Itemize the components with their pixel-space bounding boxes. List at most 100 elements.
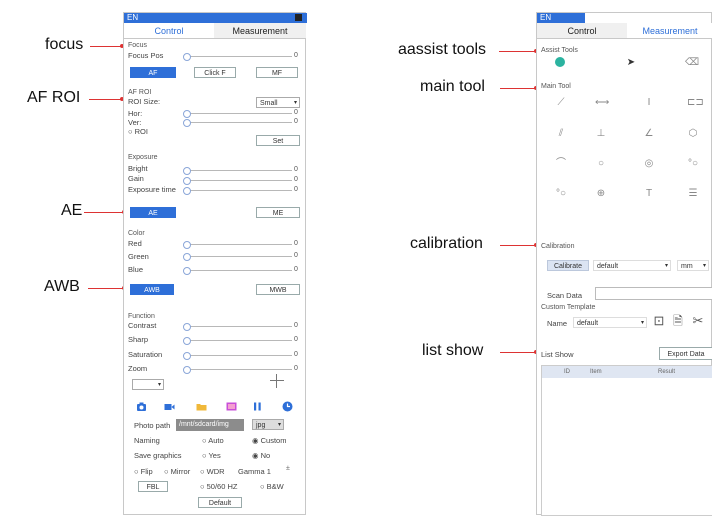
language-indicator[interactable]: EN bbox=[124, 13, 307, 23]
mf-button[interactable]: MF bbox=[256, 67, 298, 78]
tab-control[interactable]: Control bbox=[124, 23, 214, 39]
roi-size-select[interactable]: Small ▾ bbox=[256, 97, 300, 108]
tools-icon[interactable]: ✂ bbox=[691, 314, 705, 329]
hz-radio[interactable]: ○ 50/60 HZ bbox=[200, 482, 237, 491]
window-close-icon[interactable] bbox=[295, 14, 302, 21]
slider-knob[interactable] bbox=[183, 167, 191, 175]
bright-slider[interactable] bbox=[183, 167, 292, 175]
new-folder-icon[interactable]: ⊡ bbox=[651, 314, 667, 329]
slider-knob[interactable] bbox=[183, 267, 191, 275]
flip-radio[interactable]: ○ Flip bbox=[134, 467, 153, 476]
concentric-circle-icon[interactable]: ◎ bbox=[643, 158, 655, 170]
perpendicular-icon[interactable]: ⊥ bbox=[595, 128, 607, 140]
tab-measurement[interactable]: Measurement bbox=[627, 23, 712, 39]
rectangle-tool-icon[interactable]: ⊏⊐ bbox=[687, 97, 704, 109]
contrast-slider[interactable] bbox=[183, 323, 292, 331]
circle-tool-icon[interactable]: ○ bbox=[595, 158, 607, 170]
palette-icon[interactable] bbox=[555, 57, 565, 67]
camera-icon[interactable] bbox=[136, 399, 147, 411]
bright-label: Bright bbox=[128, 164, 148, 173]
click-focus-button[interactable]: Click F bbox=[194, 67, 236, 78]
red-slider[interactable] bbox=[183, 241, 292, 249]
eraser-icon[interactable]: ⌫ bbox=[685, 57, 699, 69]
clock-icon[interactable] bbox=[282, 399, 293, 412]
slider-knob[interactable] bbox=[183, 177, 191, 185]
slider-knob[interactable] bbox=[183, 337, 191, 345]
point-circle-icon[interactable]: °○ bbox=[555, 188, 567, 200]
slider-knob[interactable] bbox=[183, 53, 191, 61]
parallel-lines-icon[interactable]: ⫽ bbox=[555, 128, 567, 140]
slider-knob[interactable] bbox=[183, 352, 191, 360]
sharp-slider[interactable] bbox=[183, 337, 292, 345]
text-tool-icon[interactable]: T bbox=[643, 188, 655, 200]
me-button[interactable]: ME bbox=[256, 207, 300, 218]
calibrate-button[interactable]: Calibrate bbox=[547, 260, 589, 271]
template-name-select[interactable]: default ▾ bbox=[573, 317, 647, 328]
tab-measurement[interactable]: Measurement bbox=[214, 23, 306, 39]
polygon-tool-icon[interactable]: ⬡ bbox=[687, 128, 699, 140]
default-button[interactable]: Default bbox=[198, 497, 242, 508]
export-data-button[interactable]: Export Data bbox=[659, 347, 712, 360]
pause-icon[interactable] bbox=[252, 399, 263, 411]
bw-radio[interactable]: ○ B&W bbox=[260, 482, 284, 491]
af-roi-section-title: AF ROI bbox=[128, 89, 152, 96]
mwb-button[interactable]: MWB bbox=[256, 284, 300, 295]
zoom-slider[interactable] bbox=[183, 366, 292, 374]
horizontal-line-icon[interactable]: ⟷ bbox=[595, 97, 609, 109]
save-graphics-no-radio[interactable]: ◉ No bbox=[252, 451, 270, 460]
wdr-radio[interactable]: ○ WDR bbox=[200, 467, 225, 476]
circle-distance-icon[interactable]: °○ bbox=[687, 158, 699, 170]
save-graphics-yes-radio[interactable]: ○ Yes bbox=[202, 451, 221, 460]
function-select[interactable]: ▾ bbox=[132, 379, 164, 390]
arc-tool-icon[interactable]: ⌒ bbox=[555, 158, 567, 170]
fbl-button[interactable]: FBL bbox=[138, 481, 168, 492]
slider-knob[interactable] bbox=[183, 187, 191, 195]
roi-set-button[interactable]: Set bbox=[256, 135, 300, 146]
gamma-value: 1 bbox=[266, 467, 271, 476]
scan-data-field[interactable] bbox=[595, 287, 712, 300]
crosshair-icon[interactable] bbox=[270, 374, 284, 388]
focus-pos-slider[interactable] bbox=[183, 53, 292, 61]
roi-ver-slider[interactable] bbox=[183, 119, 292, 127]
ae-button[interactable]: AE bbox=[130, 207, 176, 218]
calibration-select[interactable]: default ▾ bbox=[593, 260, 671, 271]
gain-slider[interactable] bbox=[183, 177, 292, 185]
slider-knob[interactable] bbox=[183, 366, 191, 374]
line-tool-icon[interactable]: ⟋ bbox=[555, 97, 567, 109]
roi-hor-slider[interactable] bbox=[183, 110, 292, 118]
folder-icon[interactable] bbox=[196, 399, 207, 411]
roi-radio-label: ROI bbox=[134, 127, 148, 136]
vertical-line-icon[interactable]: I bbox=[643, 97, 655, 109]
language-indicator[interactable]: EN bbox=[537, 13, 585, 23]
callout-assist-tools: aassist tools bbox=[398, 41, 487, 58]
angle-tool-icon[interactable]: ∠ bbox=[643, 128, 655, 140]
mirror-radio[interactable]: ○ Mirror bbox=[164, 467, 190, 476]
slider-knob[interactable] bbox=[183, 241, 191, 249]
af-button[interactable]: AF bbox=[130, 67, 176, 78]
video-record-icon[interactable] bbox=[164, 399, 175, 410]
save-file-icon[interactable]: 🗎 bbox=[671, 315, 685, 329]
green-slider[interactable] bbox=[183, 253, 292, 261]
naming-auto-radio[interactable]: ○ Auto bbox=[202, 436, 224, 445]
unit-select[interactable]: mm ▾ bbox=[677, 260, 709, 271]
tab-control[interactable]: Control bbox=[537, 23, 627, 39]
callout-calibration: calibration bbox=[410, 235, 483, 252]
exposure-time-slider[interactable] bbox=[183, 187, 292, 195]
roi-radio[interactable]: ○ ROI bbox=[128, 127, 148, 136]
template-name-value: default bbox=[577, 320, 599, 327]
saturation-slider[interactable] bbox=[183, 352, 292, 360]
photo-path-field[interactable]: /mnt/sdcard/img bbox=[176, 419, 244, 431]
slider-knob[interactable] bbox=[183, 253, 191, 261]
scale-bar-icon[interactable]: ☰ bbox=[687, 188, 699, 200]
gallery-icon[interactable] bbox=[226, 399, 237, 411]
slider-knob[interactable] bbox=[183, 110, 191, 118]
slider-knob[interactable] bbox=[183, 323, 191, 331]
circle-center-icon[interactable]: ⊕ bbox=[595, 188, 607, 200]
photo-format-select[interactable]: jpg ▾ bbox=[252, 419, 284, 430]
naming-custom-radio[interactable]: ◉ Custom bbox=[252, 436, 286, 445]
slider-knob[interactable] bbox=[183, 119, 191, 127]
gamma-stepper[interactable]: ± bbox=[286, 465, 290, 472]
pointer-icon[interactable]: ➤ bbox=[625, 57, 637, 69]
blue-slider[interactable] bbox=[183, 267, 292, 275]
awb-button[interactable]: AWB bbox=[130, 284, 174, 295]
